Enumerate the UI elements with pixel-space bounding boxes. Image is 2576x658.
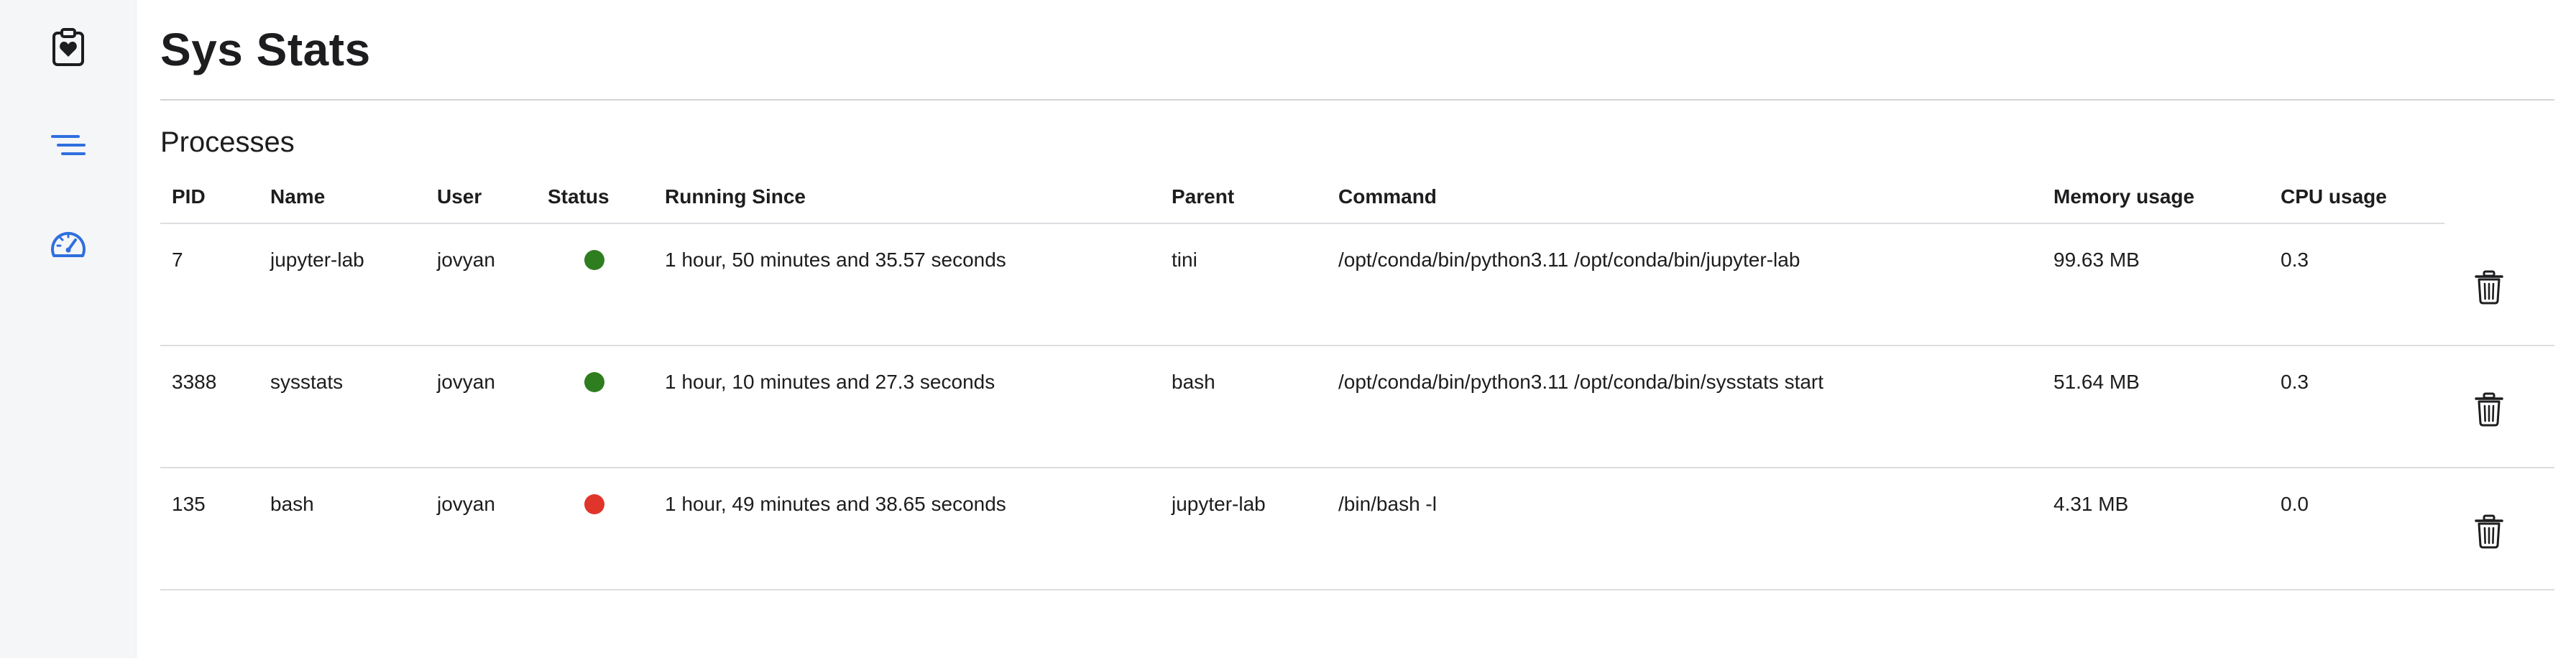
nav-dashboard[interactable] [40, 216, 97, 273]
trash-icon [2475, 392, 2503, 427]
cell-command: /opt/conda/bin/python3.11 /opt/conda/bin… [1338, 249, 1800, 271]
column-header-status[interactable]: Status [548, 182, 610, 211]
cell-pid: 135 [172, 493, 206, 515]
column-header-parent[interactable]: Parent [1172, 182, 1234, 211]
nav-overview[interactable] [40, 19, 97, 76]
cell-command: /opt/conda/bin/python3.11 /opt/conda/bin… [1338, 371, 1824, 393]
nav-processes[interactable] [40, 116, 97, 174]
status-indicator [584, 494, 604, 514]
cell-command: /bin/bash -l [1338, 493, 1437, 515]
column-header-memory[interactable]: Memory usage [2053, 182, 2194, 211]
cell-name: sysstats [270, 371, 344, 393]
list-icon [51, 135, 86, 155]
cell-cpu: 0.3 [2281, 371, 2309, 393]
cell-user: jovyan [437, 249, 495, 271]
table-row: 135 bash jovyan 1 hour, 49 minutes and 3… [160, 468, 2554, 590]
kill-process-button[interactable] [2466, 509, 2512, 555]
column-header-name[interactable]: Name [270, 182, 325, 211]
cell-parent: tini [1172, 249, 1197, 271]
cell-running-since: 1 hour, 50 minutes and 35.57 seconds [665, 249, 1006, 271]
status-indicator [584, 372, 604, 392]
clipboard-heart-icon [52, 28, 84, 66]
trash-icon [2475, 514, 2503, 549]
column-header-command[interactable]: Command [1338, 182, 1437, 211]
cell-cpu: 0.3 [2281, 249, 2309, 271]
status-indicator [584, 250, 604, 270]
page-title: Sys Stats [160, 24, 371, 75]
cell-memory: 51.64 MB [2053, 371, 2140, 393]
column-header-running-since[interactable]: Running Since [665, 182, 806, 211]
column-header-pid[interactable]: PID [172, 182, 206, 211]
table-row: 3388 sysstats jovyan 1 hour, 10 minutes … [160, 346, 2554, 468]
cell-parent: jupyter-lab [1172, 493, 1266, 515]
cell-parent: bash [1172, 371, 1215, 393]
table-row: 7 jupyter-lab jovyan 1 hour, 50 minutes … [160, 224, 2554, 346]
speedometer-icon [51, 231, 86, 257]
kill-process-button[interactable] [2466, 264, 2512, 310]
cell-running-since: 1 hour, 49 minutes and 38.65 seconds [665, 493, 1006, 515]
trash-icon [2475, 270, 2503, 305]
cell-name: bash [270, 493, 314, 515]
table-header: PID Name User Status Running Since Paren… [160, 172, 2444, 224]
cell-name: jupyter-lab [270, 249, 364, 271]
kill-process-button[interactable] [2466, 386, 2512, 432]
cell-running-since: 1 hour, 10 minutes and 27.3 seconds [665, 371, 995, 393]
main-content: Sys Stats Processes PID Name User Status… [160, 0, 2554, 658]
processes-table: PID Name User Status Running Since Paren… [160, 172, 2554, 590]
title-divider [160, 99, 2554, 101]
cell-user: jovyan [437, 371, 495, 393]
column-header-cpu[interactable]: CPU usage [2281, 182, 2387, 211]
column-header-user[interactable]: User [437, 182, 482, 211]
cell-memory: 4.31 MB [2053, 493, 2129, 515]
cell-pid: 7 [172, 249, 183, 271]
cell-user: jovyan [437, 493, 495, 515]
sidebar [0, 0, 137, 658]
section-title: Processes [160, 126, 295, 158]
cell-cpu: 0.0 [2281, 493, 2309, 515]
cell-pid: 3388 [172, 371, 217, 393]
cell-memory: 99.63 MB [2053, 249, 2140, 271]
